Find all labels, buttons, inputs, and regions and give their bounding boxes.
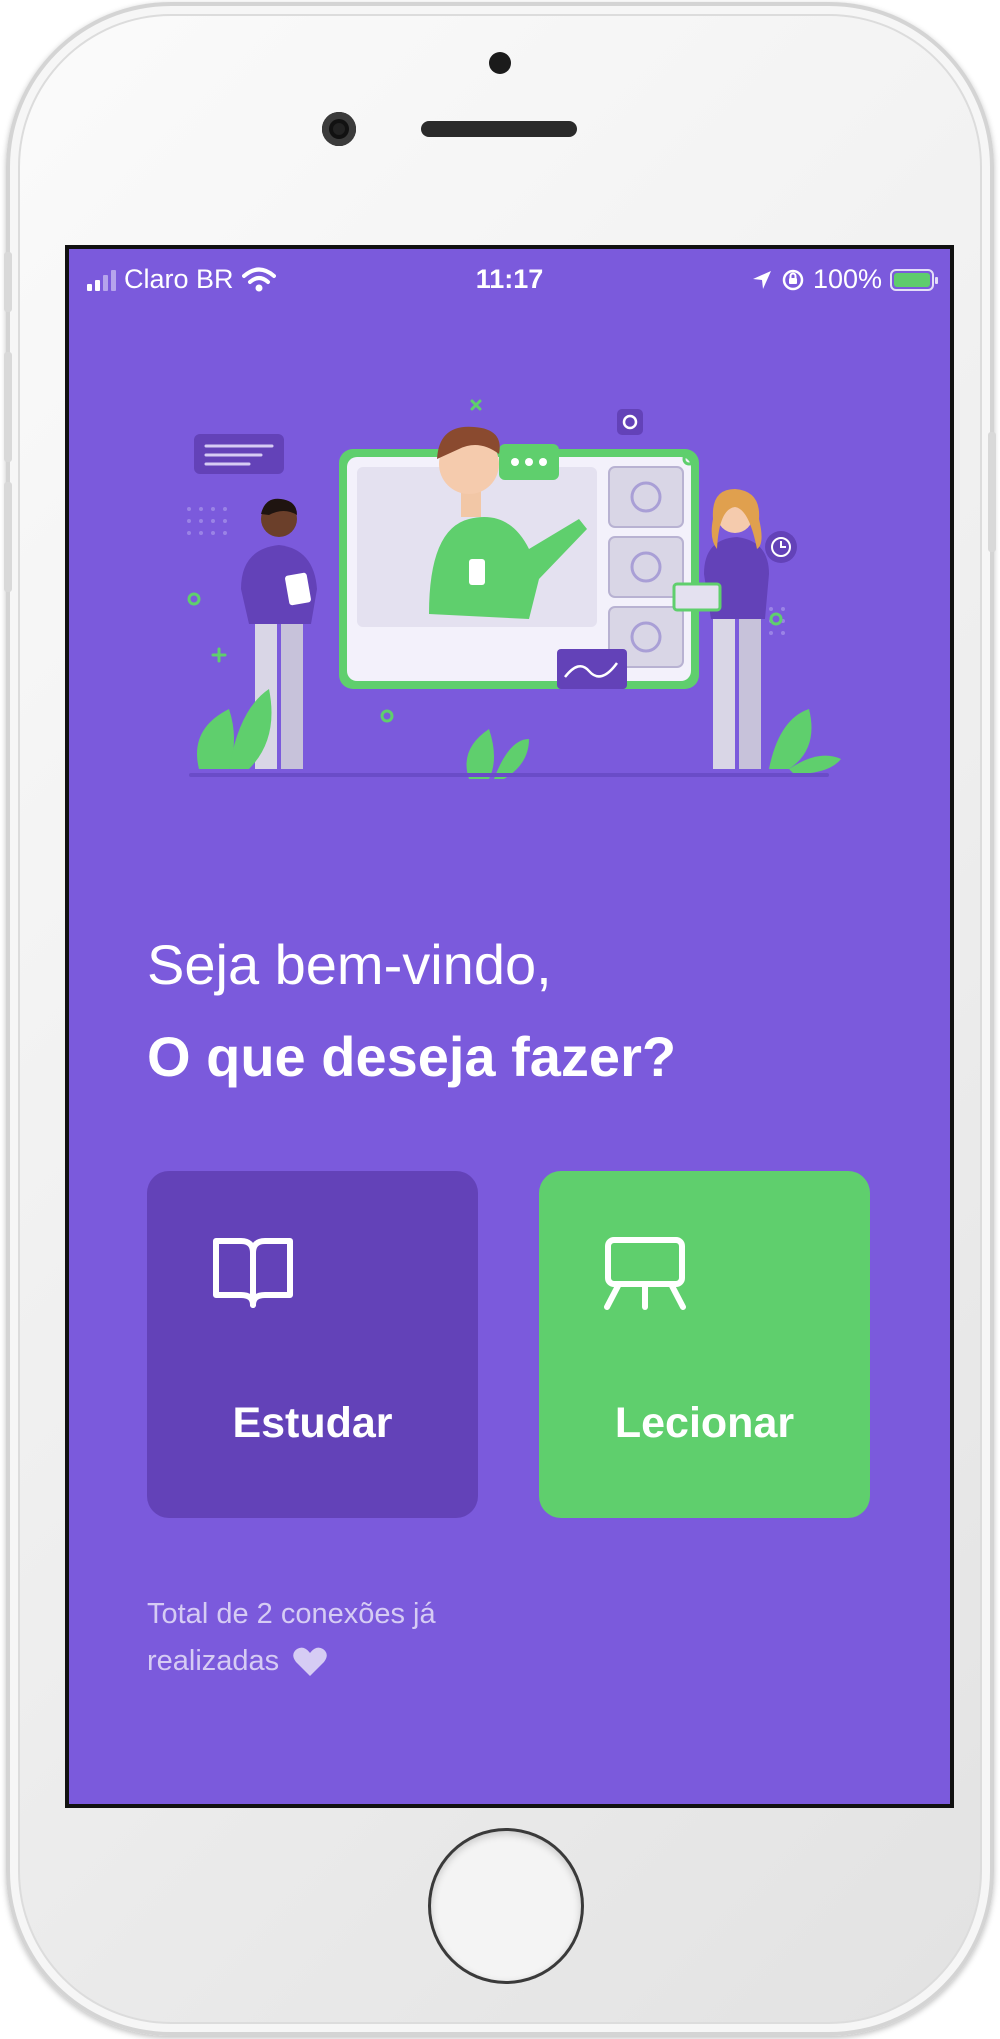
hero-illustration <box>187 399 841 779</box>
mute-switch <box>4 252 12 312</box>
power-button <box>988 432 996 552</box>
greeting-title: Seja bem-vindo, <box>147 933 552 996</box>
orientation-lock-icon <box>782 269 804 290</box>
earpiece-speaker <box>421 121 577 137</box>
book-open-icon <box>213 1238 293 1308</box>
teach-button[interactable]: Lecionar <box>539 1171 870 1518</box>
location-arrow-icon <box>752 270 771 289</box>
connections-text-line1: Total de 2 conexões já <box>147 1598 436 1630</box>
home-button[interactable] <box>431 1831 581 1981</box>
phone-frame: Claro BR 11:17 100% Seja bem-vindo, O qu… <box>4 2 996 2036</box>
connections-text-line2: realizadas <box>147 1638 436 1685</box>
app-screen: Claro BR 11:17 100% Seja bem-vindo, O qu… <box>65 245 954 1808</box>
proximity-sensor <box>489 52 511 74</box>
battery-fill <box>894 272 930 287</box>
heart-icon <box>293 1648 327 1677</box>
teach-label: Lecionar <box>614 1399 795 1447</box>
status-right: 100% <box>751 264 938 295</box>
front-camera <box>322 112 356 146</box>
volume-up-button <box>4 352 12 462</box>
connections-counter: Total de 2 conexões já realizadas <box>147 1591 436 1685</box>
study-label: Estudar <box>232 1399 393 1447</box>
presentation-easel-icon <box>604 1237 686 1310</box>
greeting-question: O que deseja fazer? <box>147 1025 677 1088</box>
battery-icon <box>890 268 938 291</box>
battery-percent: 100% <box>812 264 882 294</box>
study-button[interactable]: Estudar <box>147 1171 478 1518</box>
status-bar: Claro BR 11:17 100% <box>69 249 950 309</box>
greeting: Seja bem-vindo, O que deseja fazer? <box>147 919 676 1103</box>
connections-text-realizadas: realizadas <box>147 1645 280 1677</box>
volume-down-button <box>4 482 12 592</box>
